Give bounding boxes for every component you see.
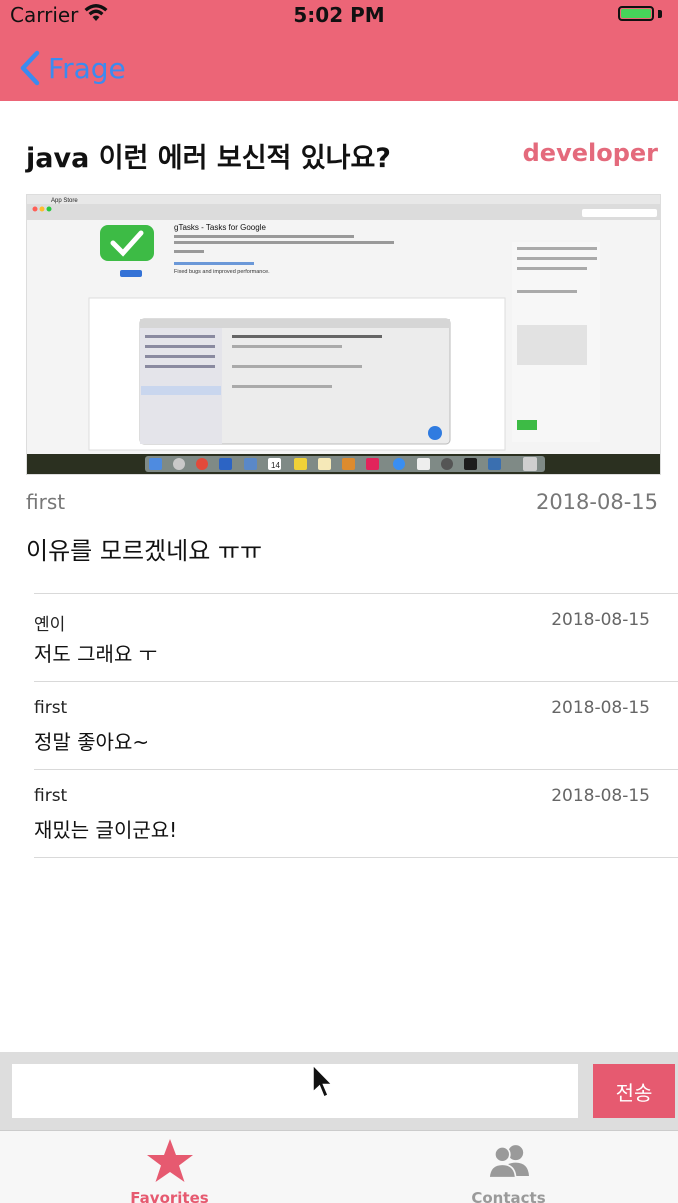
contacts-icon <box>487 1145 529 1179</box>
comment-item[interactable]: first 2018-08-15 정말 좋아요~ <box>34 681 678 769</box>
comment-date: 2018-08-15 <box>551 698 650 718</box>
comment-author: first <box>34 698 68 718</box>
mouse-cursor-icon <box>312 1064 333 1099</box>
battery-fill <box>621 9 651 18</box>
comment-composer: 전송 <box>0 1052 678 1130</box>
menubar-app-name: App Store <box>51 198 78 204</box>
comment-author: 옌이 <box>34 615 66 635</box>
attached-screenshot-illustration: App Store gTasks - Tasks for Google Fixe… <box>27 195 660 474</box>
comment-date: 2018-08-15 <box>551 786 650 806</box>
comment-list: 옌이 2018-08-15 저도 그래요 ㅜ first 2018-08-15 … <box>34 593 678 858</box>
tab-contacts[interactable]: Contacts <box>339 1131 678 1203</box>
post-title: java 이런 에러 보신적 있나요? <box>26 143 391 174</box>
comment-date: 2018-08-15 <box>551 610 650 630</box>
comment-body: 저도 그래요 ㅜ <box>34 642 158 666</box>
tab-contacts-label: Contacts <box>471 1189 546 1203</box>
battery-icon <box>618 6 654 21</box>
tab-favorites-label: Favorites <box>130 1189 209 1203</box>
chevron-left-icon <box>20 50 40 86</box>
status-bar: Carrier 5:02 PM <box>0 0 678 28</box>
post-author: first <box>26 490 66 514</box>
post-image[interactable]: App Store gTasks - Tasks for Google Fixe… <box>26 194 661 475</box>
author-badge: developer <box>522 139 658 167</box>
post-body: 이유를 모르겠네요 ㅠㅠ <box>26 537 263 565</box>
comment-item[interactable]: first 2018-08-15 재밌는 글이군요! <box>34 769 678 858</box>
comment-author: first <box>34 786 68 806</box>
dock-calendar-date: 14 <box>271 461 280 470</box>
tab-favorites[interactable]: Favorites <box>0 1131 339 1203</box>
battery-tip <box>658 10 662 18</box>
clock: 5:02 PM <box>293 3 385 27</box>
post-date: 2018-08-15 <box>535 490 658 514</box>
screenshot-app-note: Fixed bugs and improved performance. <box>174 269 270 275</box>
send-button[interactable]: 전송 <box>593 1064 675 1118</box>
tab-bar: Favorites Contacts <box>0 1130 678 1203</box>
comment-item[interactable]: 옌이 2018-08-15 저도 그래요 ㅜ <box>34 593 678 681</box>
back-button-label: Frage <box>48 51 126 85</box>
comment-body: 재밌는 글이군요! <box>34 818 178 842</box>
comment-input[interactable] <box>12 1064 578 1118</box>
navigation-header: Carrier 5:02 PM Frage <box>0 0 678 101</box>
back-button[interactable]: Frage <box>18 48 126 88</box>
star-icon <box>146 1139 193 1182</box>
comment-body: 정말 좋아요~ <box>34 730 150 754</box>
screenshot-app-title: gTasks - Tasks for Google <box>174 223 266 232</box>
